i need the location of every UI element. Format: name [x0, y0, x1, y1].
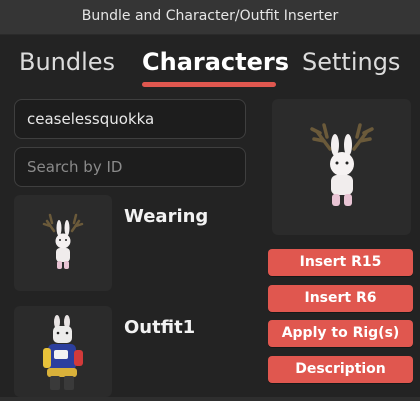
- apply-to-rig-button[interactable]: Apply to Rig(s): [268, 320, 413, 347]
- insert-r6-button[interactable]: Insert R6: [268, 285, 413, 312]
- insert-r15-button[interactable]: Insert R15: [268, 249, 413, 276]
- window-title: Bundle and Character/Outfit Inserter: [81, 8, 339, 24]
- username-field-container: [14, 99, 246, 139]
- wearing-thumbnail[interactable]: [14, 195, 112, 291]
- wearing-label: Wearing: [124, 206, 209, 227]
- active-tab-indicator: [142, 82, 276, 87]
- window-titlebar: Bundle and Character/Outfit Inserter: [0, 0, 420, 35]
- bunny-deer-avatar-large-icon: [310, 123, 374, 206]
- tab-settings[interactable]: Settings: [302, 48, 400, 76]
- outfit1-label: Outfit1: [124, 317, 196, 338]
- outfit1-thumbnail[interactable]: [14, 306, 112, 397]
- id-search-input[interactable]: [15, 148, 245, 186]
- preview-thumbnail: [272, 99, 411, 235]
- description-button[interactable]: Description: [268, 356, 413, 383]
- tab-bundles[interactable]: Bundles: [19, 48, 115, 76]
- username-input[interactable]: [15, 100, 245, 138]
- id-search-container: [14, 147, 246, 187]
- bunny-outfit-avatar-icon: [43, 315, 83, 390]
- bunny-deer-avatar-icon: [42, 213, 84, 269]
- tab-characters[interactable]: Characters: [142, 48, 289, 76]
